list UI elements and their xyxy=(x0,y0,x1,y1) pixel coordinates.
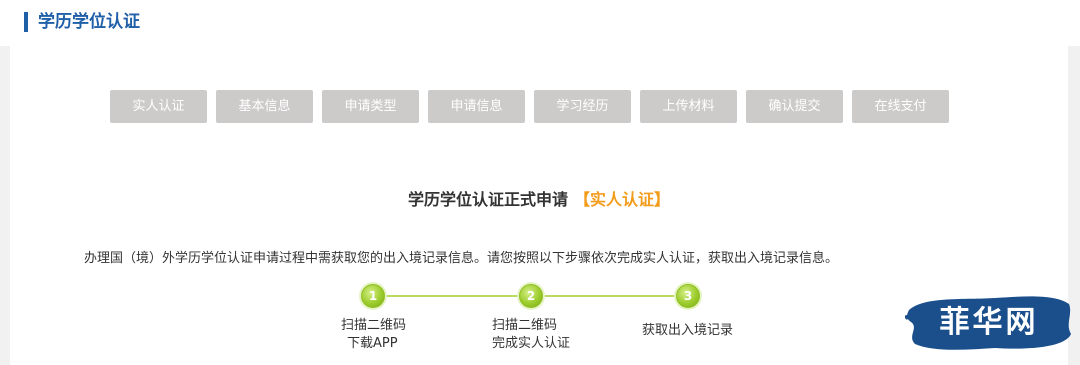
page-title: 学历学位认证正式申请 【实人认证】 xyxy=(10,186,1068,210)
instruction-text: 办理国（境）外学历学位认证申请过程中需获取您的出入境记录信息。请您按照以下步骤依… xyxy=(84,251,839,266)
step-3-label: 获取出入境记录 xyxy=(642,323,734,338)
step-1-label-line1: 扫描二维码 xyxy=(341,318,407,333)
tab-application-info[interactable]: 申请信息 xyxy=(428,90,525,123)
tab-confirm-submit[interactable]: 确认提交 xyxy=(746,90,843,123)
tab-real-person-auth[interactable]: 实人认证 xyxy=(110,90,207,123)
step-3-circle: 3 xyxy=(676,284,700,308)
tab-online-payment[interactable]: 在线支付 xyxy=(852,90,949,123)
tab-application-type[interactable]: 申请类型 xyxy=(322,90,419,123)
step-2-circle: 2 xyxy=(519,284,543,308)
page-title-text: 学历学位认证正式申请 xyxy=(407,190,568,209)
current-step-highlight: 【实人认证】 xyxy=(574,190,671,209)
section-title: 学历学位认证 xyxy=(38,12,140,32)
section-accent-bar xyxy=(24,12,28,32)
step-1-circle: 1 xyxy=(361,284,385,308)
section-header: 学历学位认证 xyxy=(0,0,1080,46)
watermark-logo: 菲华网 xyxy=(903,290,1073,356)
step-tabs: 实人认证 基本信息 申请类型 申请信息 学习经历 上传材料 确认提交 在线支付 xyxy=(110,90,1010,124)
tab-basic-info[interactable]: 基本信息 xyxy=(216,90,313,123)
watermark-text: 菲华网 xyxy=(939,305,1039,340)
step-2-label-line1: 扫描二维码 xyxy=(492,318,558,333)
tab-study-history[interactable]: 学习经历 xyxy=(534,90,631,123)
progress-connector-1 xyxy=(382,295,530,297)
step-2-label-line2: 完成实人认证 xyxy=(492,336,571,351)
tab-upload-materials[interactable]: 上传材料 xyxy=(640,90,737,123)
step-1-label-line2: 下载APP xyxy=(347,336,398,351)
progress-connector-2 xyxy=(542,295,688,297)
